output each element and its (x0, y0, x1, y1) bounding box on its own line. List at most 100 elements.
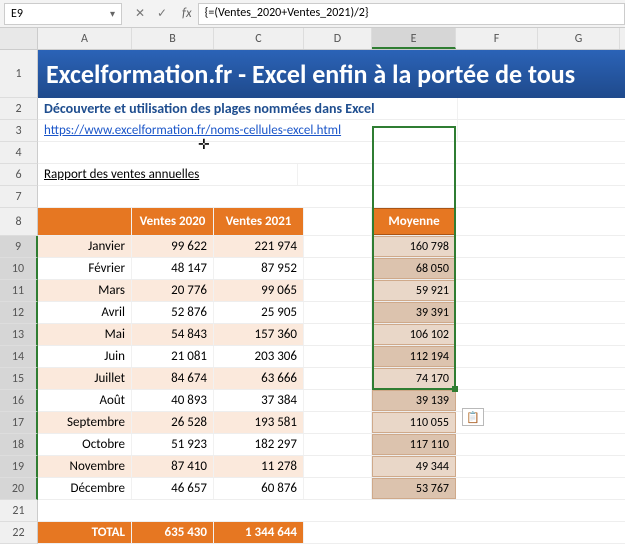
row-header[interactable]: 22 (0, 522, 38, 544)
value-2020[interactable]: 52 876 (132, 302, 214, 323)
row-header[interactable]: 20 (0, 478, 38, 500)
chevron-down-icon[interactable]: ▾ (110, 7, 115, 20)
col-header[interactable]: B (132, 28, 214, 49)
value-moyenne[interactable]: 106 102 (372, 324, 456, 345)
column-headers: A B C D E F G (0, 28, 625, 50)
paste-options-icon[interactable]: 📋 (462, 408, 484, 426)
fx-icon[interactable]: fx (176, 6, 198, 21)
value-2021[interactable]: 157 360 (214, 324, 304, 345)
value-moyenne[interactable]: 117 110 (372, 434, 456, 455)
table-row: Août40 89337 384 39 139 (38, 390, 625, 412)
value-2020[interactable]: 26 528 (132, 412, 214, 433)
month-cell[interactable]: Septembre (38, 412, 132, 433)
value-moyenne[interactable]: 68 050 (372, 258, 456, 279)
row-header[interactable]: 7 (0, 186, 38, 208)
value-2020[interactable]: 99 622 (132, 236, 214, 257)
month-cell[interactable]: Avril (38, 302, 132, 323)
source-link[interactable]: https://www.excelformation.fr/noms-cellu… (44, 123, 341, 138)
table-row: Juillet84 67463 666 74 170 (38, 368, 625, 390)
row-header[interactable]: 21 (0, 500, 38, 522)
value-2021[interactable]: 221 974 (214, 236, 304, 257)
value-moyenne[interactable]: 112 194 (372, 346, 456, 367)
value-moyenne[interactable]: 74 170 (372, 368, 456, 389)
value-moyenne[interactable]: 53 767 (372, 478, 456, 499)
value-2020[interactable]: 51 923 (132, 434, 214, 455)
select-all-corner[interactable] (0, 28, 38, 49)
month-cell[interactable]: Janvier (38, 236, 132, 257)
month-cell[interactable]: Juillet (38, 368, 132, 389)
row-header[interactable]: 17 (0, 412, 38, 434)
value-2021[interactable]: 193 581 (214, 412, 304, 433)
col-header[interactable]: C (214, 28, 304, 49)
value-moyenne[interactable]: 49 344 (372, 456, 456, 477)
value-2021[interactable]: 60 876 (214, 478, 304, 499)
value-2021[interactable]: 99 065 (214, 280, 304, 301)
row-header[interactable]: 18 (0, 434, 38, 456)
value-2021[interactable]: 37 384 (214, 390, 304, 411)
formula-input[interactable]: {=(Ventes_2020+Ventes_2021)/2} (198, 3, 625, 25)
table-row: Septembre26 528193 581 110 055 (38, 412, 625, 434)
value-2020[interactable]: 84 674 (132, 368, 214, 389)
month-cell[interactable]: Mars (38, 280, 132, 301)
row-header[interactable]: 19 (0, 456, 38, 478)
col-header[interactable]: D (304, 28, 372, 49)
row-header[interactable]: 10 (0, 258, 38, 280)
table-header: Ventes 2021 (214, 208, 304, 235)
month-cell[interactable]: Juin (38, 346, 132, 367)
value-2021[interactable]: 182 297 (214, 434, 304, 455)
value-2020[interactable]: 46 657 (132, 478, 214, 499)
value-2020[interactable]: 21 081 (132, 346, 214, 367)
row-header[interactable]: 12 (0, 302, 38, 324)
col-header[interactable]: E (372, 28, 456, 49)
cancel-formula-icon[interactable]: ✕ (130, 4, 150, 24)
table-row: Novembre87 41011 278 49 344 (38, 456, 625, 478)
table-row: Mai54 843157 360 106 102 (38, 324, 625, 346)
cells-area[interactable]: Excelformation.fr - Excel enfin à la por… (38, 50, 625, 544)
value-2021[interactable]: 11 278 (214, 456, 304, 477)
value-2021[interactable]: 25 905 (214, 302, 304, 323)
table-row: Octobre51 923182 297 117 110 (38, 434, 625, 456)
name-box[interactable]: E9 ▾ (4, 3, 122, 25)
month-cell[interactable]: Mai (38, 324, 132, 345)
table-header-blank (38, 208, 132, 235)
row-header[interactable]: 14 (0, 346, 38, 368)
value-moyenne[interactable]: 39 391 (372, 302, 456, 323)
value-moyenne[interactable]: 39 139 (372, 390, 456, 411)
row-header[interactable]: 16 (0, 390, 38, 412)
month-cell[interactable]: Décembre (38, 478, 132, 499)
value-2021[interactable]: 203 306 (214, 346, 304, 367)
value-moyenne[interactable]: 59 921 (372, 280, 456, 301)
month-cell[interactable]: Octobre (38, 434, 132, 455)
month-cell[interactable]: Août (38, 390, 132, 411)
total-2021: 1 344 644 (214, 522, 304, 543)
accept-formula-icon[interactable]: ✓ (152, 4, 172, 24)
col-header[interactable]: G (538, 28, 620, 49)
row-header[interactable]: 9 (0, 236, 38, 258)
row-header[interactable]: 15 (0, 368, 38, 390)
col-header[interactable]: A (38, 28, 132, 49)
value-moyenne[interactable]: 160 798 (372, 236, 456, 257)
value-2021[interactable]: 87 952 (214, 258, 304, 279)
row-header[interactable]: 4 (0, 142, 38, 164)
table-row: Décembre46 65760 876 53 767 (38, 478, 625, 500)
row-header[interactable]: 13 (0, 324, 38, 346)
fill-handle[interactable] (452, 386, 458, 392)
row-header[interactable]: 8 (0, 208, 38, 236)
value-2020[interactable]: 48 147 (132, 258, 214, 279)
table-row: Mars20 77699 065 59 921 (38, 280, 625, 302)
row-header[interactable]: 1 (0, 50, 38, 98)
row-header[interactable]: 3 (0, 120, 38, 142)
value-2020[interactable]: 54 843 (132, 324, 214, 345)
value-moyenne[interactable]: 110 055 (372, 412, 456, 433)
col-header[interactable]: F (456, 28, 538, 49)
month-cell[interactable]: Novembre (38, 456, 132, 477)
row-header[interactable]: 11 (0, 280, 38, 302)
table-row: Janvier99 622221 974 160 798 (38, 236, 625, 258)
row-header[interactable]: 6 (0, 164, 38, 186)
month-cell[interactable]: Février (38, 258, 132, 279)
value-2020[interactable]: 40 893 (132, 390, 214, 411)
value-2020[interactable]: 87 410 (132, 456, 214, 477)
row-header[interactable]: 2 (0, 98, 38, 120)
value-2020[interactable]: 20 776 (132, 280, 214, 301)
value-2021[interactable]: 63 666 (214, 368, 304, 389)
